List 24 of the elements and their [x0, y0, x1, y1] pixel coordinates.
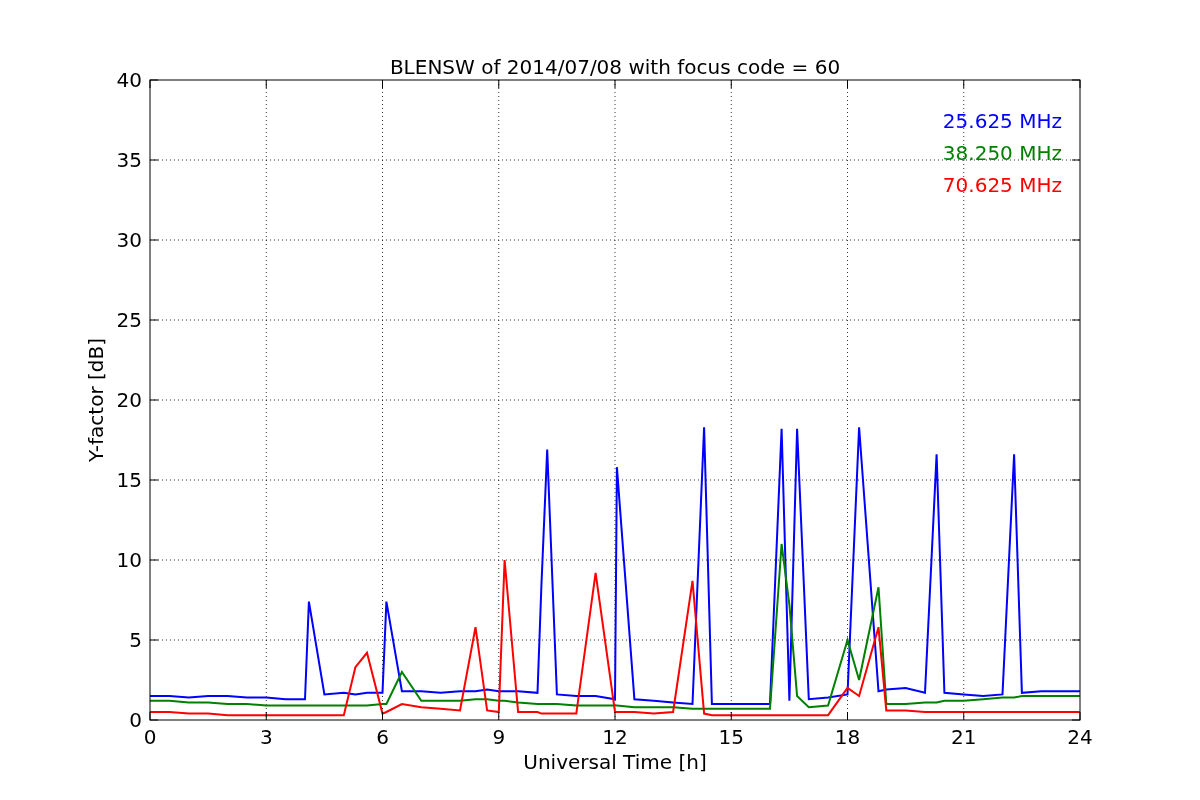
tick-label: 30: [116, 228, 142, 252]
tick-label: 12: [602, 725, 628, 749]
tick-label: 18: [834, 725, 861, 749]
tick-label: 35: [116, 148, 142, 172]
legend-label: 70.625 MHz: [942, 173, 1062, 197]
axis-title: Universal Time [h]: [523, 750, 707, 774]
tick-label: 15: [718, 725, 744, 749]
tick-label: 15: [116, 468, 142, 492]
chart-title: BLENSW of 2014/07/08 with focus code = 60: [389, 55, 841, 79]
tick-label: 40: [116, 68, 142, 92]
tick-label: 3: [259, 725, 273, 749]
tick-label: 0: [143, 725, 157, 749]
tick-label: 24: [1067, 725, 1093, 749]
tick-label: 20: [116, 388, 142, 412]
tick-label: 6: [376, 725, 389, 749]
tick-label: 5: [129, 628, 142, 652]
tick-label: 9: [492, 725, 506, 749]
tick-label: 21: [951, 725, 977, 749]
legend-label: 25.625 MHz: [942, 109, 1062, 133]
legend-label: 38.250 MHz: [942, 141, 1062, 165]
tick-label: 25: [116, 308, 142, 332]
axis-title: Y-factor [dB]: [84, 338, 108, 462]
tick-label: 10: [116, 548, 142, 572]
tick-label: 0: [129, 708, 142, 732]
